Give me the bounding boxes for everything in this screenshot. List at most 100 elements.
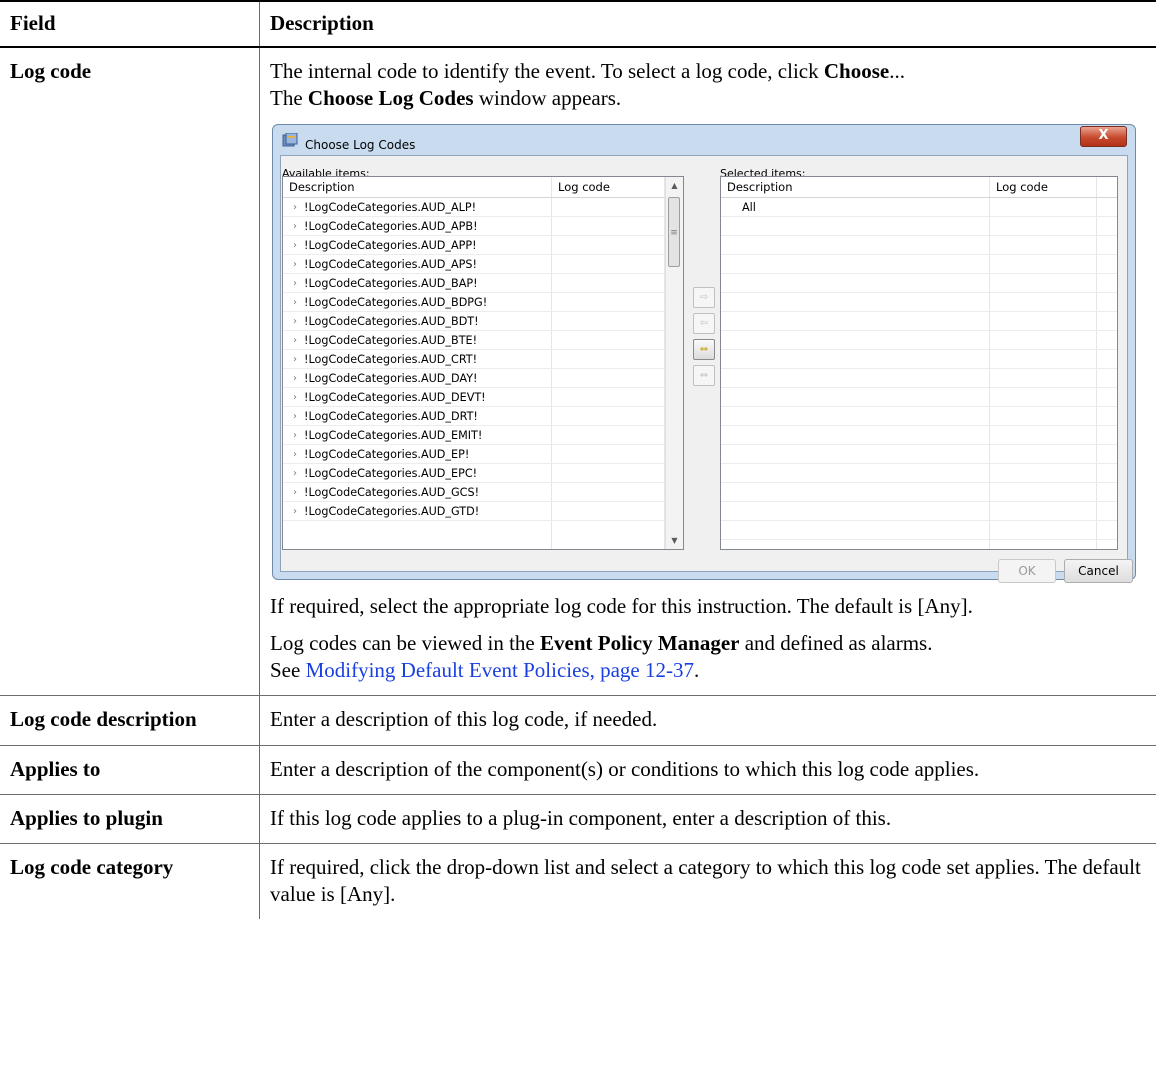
expand-chevron-icon[interactable]: › [293, 426, 297, 445]
list-item[interactable] [721, 464, 1117, 483]
list-item-description: !LogCodeCategories.AUD_EPC! [304, 467, 478, 480]
column-header-description[interactable]: Description [721, 177, 793, 197]
expand-chevron-icon[interactable]: › [293, 369, 297, 388]
cancel-button[interactable]: Cancel [1064, 559, 1133, 583]
list-item[interactable] [721, 502, 1117, 521]
list-item[interactable]: › !LogCodeCategories.AUD_EMIT! [283, 426, 665, 445]
vertical-scrollbar[interactable]: ▲ ≡ ▼ [665, 177, 683, 549]
list-item[interactable]: › !LogCodeCategories.AUD_EPC! [283, 464, 665, 483]
field-description: If required, click the drop-down list an… [259, 843, 1156, 919]
list-item-description: !LogCodeCategories.AUD_GCS! [304, 486, 480, 499]
list-item-description: !LogCodeCategories.AUD_APB! [304, 220, 478, 233]
list-item-description: !LogCodeCategories.AUD_DEVT! [304, 391, 486, 404]
list-item[interactable]: › !LogCodeCategories.AUD_BDPG! [283, 293, 665, 312]
move-all-button[interactable]: ⇔ [693, 339, 715, 360]
list-item[interactable]: › !LogCodeCategories.AUD_APP! [283, 236, 665, 255]
list-item[interactable]: › !LogCodeCategories.AUD_ALP! [283, 198, 665, 217]
close-button[interactable]: X [1080, 126, 1127, 147]
choose-log-codes-dialog: Choose Log Codes X Available items: Sele… [272, 124, 1136, 583]
list-item[interactable]: › !LogCodeCategories.AUD_GTD! [283, 502, 665, 521]
database-icon [282, 133, 298, 147]
list-item[interactable] [721, 255, 1117, 274]
list-item[interactable] [721, 388, 1117, 407]
text: Log codes can be viewed in the [270, 631, 540, 655]
column-header-log-code[interactable]: Log code [990, 177, 1048, 197]
list-item[interactable] [721, 426, 1117, 445]
list-item-description: !LogCodeCategories.AUD_BDT! [304, 315, 479, 328]
remove-all-button[interactable]: ⇔ [693, 365, 715, 386]
move-right-button[interactable]: ⇨ [693, 287, 715, 308]
list-item[interactable]: › !LogCodeCategories.AUD_DRT! [283, 407, 665, 426]
expand-chevron-icon[interactable]: › [293, 274, 297, 293]
expand-chevron-icon[interactable]: › [293, 255, 297, 274]
list-item[interactable] [721, 369, 1117, 388]
paragraph: If required, select the appropriate log … [270, 594, 973, 618]
expand-chevron-icon[interactable]: › [293, 293, 297, 312]
list-item[interactable]: › !LogCodeCategories.AUD_CRT! [283, 350, 665, 369]
scroll-up-icon[interactable]: ▲ [666, 177, 683, 194]
expand-chevron-icon[interactable]: › [293, 407, 297, 426]
list-item[interactable] [721, 521, 1117, 540]
text: window appears. [473, 86, 622, 110]
expand-chevron-icon[interactable]: › [293, 502, 297, 521]
column-header-log-code[interactable]: Log code [552, 177, 610, 197]
scroll-thumb[interactable]: ≡ [668, 197, 680, 267]
expand-chevron-icon[interactable]: › [293, 217, 297, 236]
field-description: Enter a description of this log code, if… [259, 695, 1156, 746]
expand-chevron-icon[interactable]: › [293, 236, 297, 255]
list-item[interactable] [721, 312, 1117, 331]
text: The [270, 86, 308, 110]
double-arrow-icon: ⇔ [699, 344, 709, 355]
list-item[interactable]: › !LogCodeCategories.AUD_EP! [283, 445, 665, 464]
list-item[interactable] [721, 274, 1117, 293]
table-row: Log code category If required, click the… [0, 843, 1156, 919]
list-item[interactable]: › !LogCodeCategories.AUD_GCS! [283, 483, 665, 502]
header-description: Description [259, 0, 1156, 48]
list-item[interactable] [721, 293, 1117, 312]
field-name: Applies to [0, 745, 260, 795]
expand-chevron-icon[interactable]: › [293, 483, 297, 502]
column-header-description[interactable]: Description [283, 177, 355, 197]
list-item-description: !LogCodeCategories.AUD_GTD! [304, 505, 480, 518]
expand-chevron-icon[interactable]: › [293, 464, 297, 483]
list-item[interactable]: › !LogCodeCategories.AUD_APS! [283, 255, 665, 274]
list-item[interactable]: › !LogCodeCategories.AUD_DEVT! [283, 388, 665, 407]
list-item[interactable]: › !LogCodeCategories.AUD_BTE! [283, 331, 665, 350]
list-item[interactable]: › !LogCodeCategories.AUD_APB! [283, 217, 665, 236]
list-item[interactable] [721, 407, 1117, 426]
list-item[interactable]: › !LogCodeCategories.AUD_BAP! [283, 274, 665, 293]
list-item[interactable]: All [721, 198, 1117, 217]
list-item-description: !LogCodeCategories.AUD_EP! [304, 448, 470, 461]
list-item[interactable]: › !LogCodeCategories.AUD_BDT! [283, 312, 665, 331]
text: . [694, 658, 700, 682]
dialog-body: Available items: Selected items: Descrip… [280, 155, 1133, 583]
field-description: The internal code to identify the event.… [259, 46, 1156, 696]
list-item[interactable]: › !LogCodeCategories.AUD_DAY! [283, 369, 665, 388]
list-item-description: !LogCodeCategories.AUD_APP! [304, 239, 477, 252]
expand-chevron-icon[interactable]: › [293, 331, 297, 350]
list-item[interactable] [721, 483, 1117, 502]
list-item[interactable] [721, 350, 1117, 369]
list-item-description: !LogCodeCategories.AUD_BAP! [304, 277, 478, 290]
paragraph: The internal code to identify the event.… [270, 58, 1146, 112]
list-item[interactable] [721, 331, 1117, 350]
table-header-row: Field Description [0, 0, 1156, 48]
double-arrow-disabled-icon: ⇔ [699, 370, 709, 381]
available-items-list[interactable]: Description Log code ▲ ≡ ▼ › !LogCodeCate… [282, 176, 684, 550]
expand-chevron-icon[interactable]: › [293, 388, 297, 407]
list-item-description: All [742, 201, 756, 214]
field-name: Log code category [0, 843, 260, 919]
list-item-description: !LogCodeCategories.AUD_ALP! [304, 201, 477, 214]
list-item[interactable] [721, 236, 1117, 255]
expand-chevron-icon[interactable]: › [293, 312, 297, 331]
expand-chevron-icon[interactable]: › [293, 198, 297, 217]
list-item[interactable] [721, 445, 1117, 464]
selected-items-list[interactable]: Description Log code All [720, 176, 1118, 550]
expand-chevron-icon[interactable]: › [293, 445, 297, 464]
move-left-button[interactable]: ⇦ [693, 313, 715, 334]
list-item[interactable] [721, 217, 1117, 236]
scroll-down-icon[interactable]: ▼ [666, 532, 683, 549]
cross-reference-link[interactable]: Modifying Default Event Policies, page 1… [306, 658, 694, 682]
expand-chevron-icon[interactable]: › [293, 350, 297, 369]
ok-button[interactable]: OK [998, 559, 1056, 583]
